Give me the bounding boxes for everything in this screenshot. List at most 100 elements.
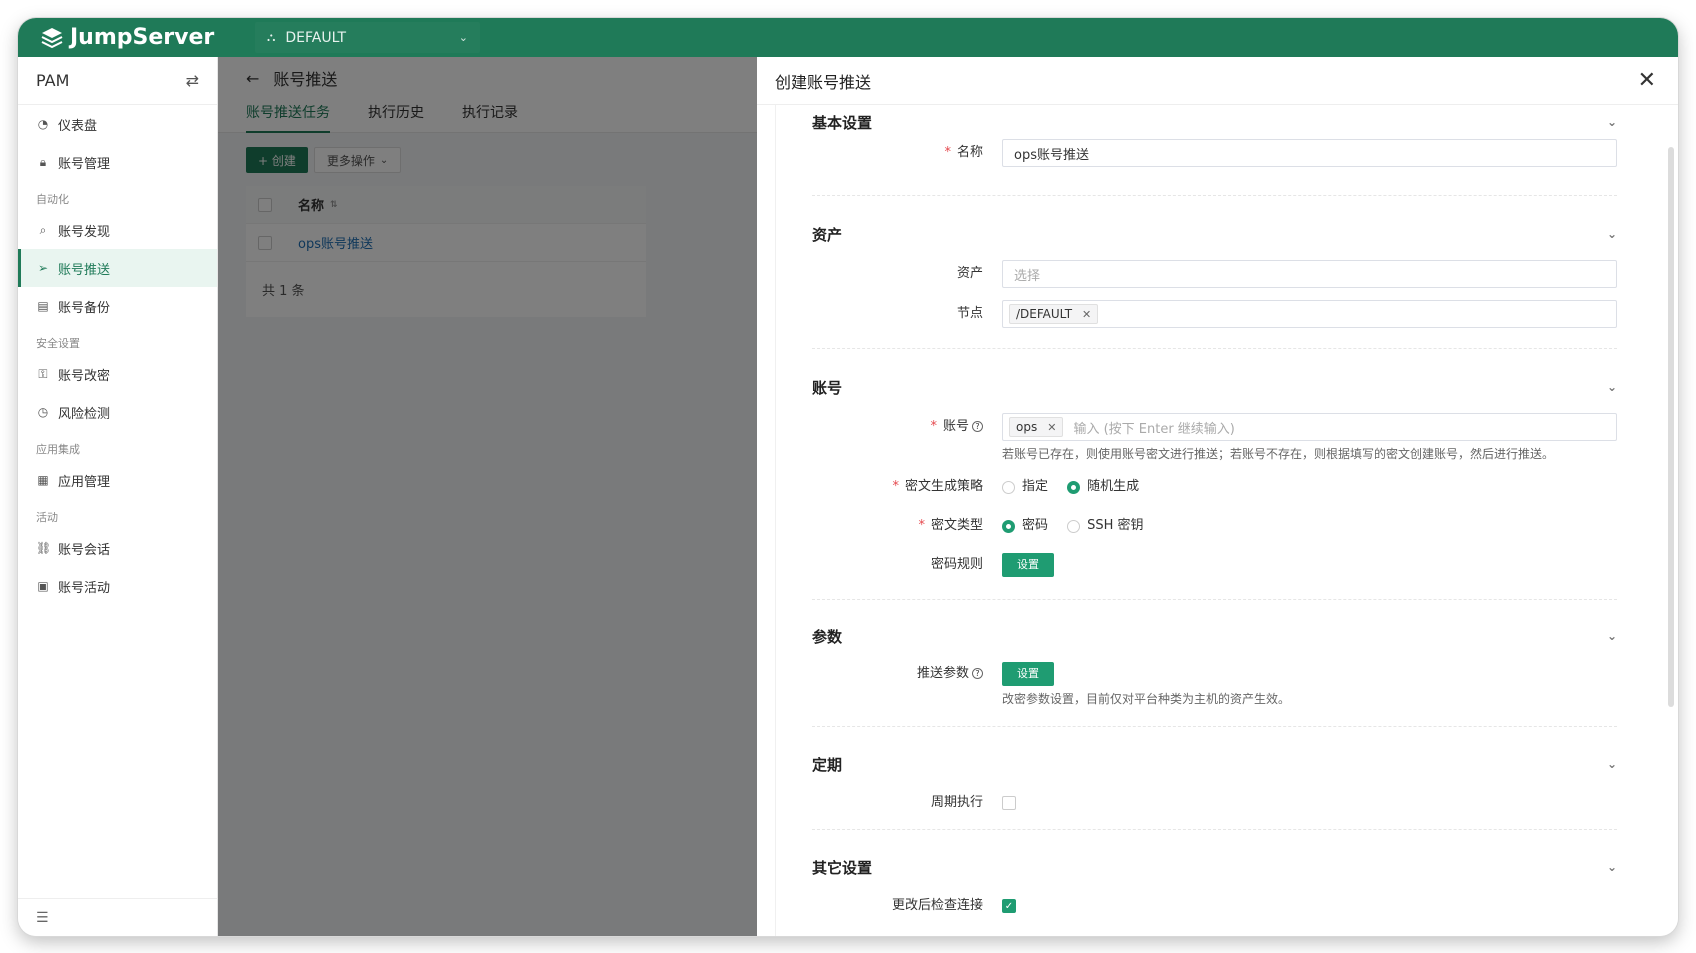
chevron-down-icon[interactable]: ⌄	[1607, 227, 1617, 241]
sidebar-item-label: 账号推送	[58, 262, 111, 278]
chevron-down-icon[interactable]: ⌄	[1607, 860, 1617, 874]
password-rules-set-button[interactable]: 设置	[1002, 553, 1054, 577]
section-title-schedule: 定期	[812, 755, 843, 774]
sidebar-item-label: 账号备份	[58, 300, 111, 316]
logo-text: JumpServer	[70, 25, 215, 50]
sidebar-group-label: 自动化	[36, 193, 69, 206]
check-connection-checkbox[interactable]: ✓	[1002, 899, 1016, 913]
jumpserver-logo[interactable]: JumpServer	[40, 25, 240, 50]
section-title-assets: 资产	[812, 225, 843, 244]
sidebar-item-label: 账号会话	[58, 542, 111, 558]
required-mark: *	[944, 145, 951, 160]
dashboard-icon: ◔	[37, 117, 49, 131]
sidebar-item-label: 账号管理	[58, 156, 111, 172]
sidebar: PAM ⇄ ◔ 仪表盘 🔒︎ 账号管理 自动化 ⌕ 账号发现 ➢ 账号推送 ▤ 账号备份 安全设置 ⚿ 账…	[18, 57, 218, 936]
sidebar-item-label: 账号发现	[58, 224, 111, 240]
main-content: ← 账号推送 账号推送任务 执行历史 执行记录 + 创建 更多操作 ⌄ 名称 ⇅…	[218, 57, 1678, 936]
strategy-radio-random[interactable]: 随机生成	[1067, 473, 1139, 501]
name-input[interactable]: ops账号推送	[1002, 139, 1617, 167]
swap-icon[interactable]: ⇄	[186, 71, 199, 90]
required-mark: *	[892, 479, 899, 494]
sidebar-item-label: 账号改密	[58, 368, 111, 384]
account-hint: 若账号已存在，则使用账号密文进行推送；若账号不存在，则根据填写的密文创建账号，然…	[1002, 447, 1555, 461]
sidebar-item[interactable]: ➢ 账号推送	[18, 249, 217, 287]
asset-label: 资产	[956, 266, 983, 281]
sidebar-item-label: 仪表盘	[58, 118, 98, 134]
asset-select[interactable]: 选择	[1002, 260, 1617, 288]
chevron-down-icon[interactable]: ⌄	[1607, 380, 1617, 394]
drawer-scrollbar[interactable]	[1668, 147, 1674, 707]
sidebar-item[interactable]: ⌕ 账号发现	[18, 211, 217, 249]
tag-remove-icon[interactable]: ✕	[1047, 421, 1056, 434]
chevron-down-icon[interactable]: ⌄	[1607, 115, 1617, 129]
section-basic: 基本设置 ⌄ * 名称 ops账号推送	[812, 105, 1617, 196]
secret-type-radio-ssh[interactable]: SSH 密钥	[1067, 512, 1144, 540]
sidebar-item[interactable]: ⛓ 账号会话	[18, 529, 217, 567]
org-select[interactable]: ⛬ DEFAULT ⌄	[255, 22, 480, 53]
sidebar-item[interactable]: ◔ 仪表盘	[18, 105, 217, 143]
sidebar-item[interactable]: ▣ 账号活动	[18, 567, 217, 605]
sidebar-item[interactable]: 🔒︎ 账号管理	[18, 143, 217, 181]
org-icon: ⛬	[267, 30, 276, 44]
sidebar-menu: ◔ 仪表盘 🔒︎ 账号管理 自动化 ⌕ 账号发现 ➢ 账号推送 ▤ 账号备份 安全设置 ⚿ 账号改密 ◷ 风险…	[18, 105, 217, 605]
check-connection-label: 更改后检查连接	[891, 898, 983, 913]
node-tag: /DEFAULT ✕	[1009, 304, 1099, 324]
radio-label: 随机生成	[1087, 479, 1140, 494]
node-select[interactable]: /DEFAULT ✕	[1002, 300, 1617, 328]
help-icon[interactable]: ?	[972, 668, 983, 679]
account-tag: ops ✕	[1009, 417, 1064, 437]
modal-overlay[interactable]	[218, 57, 758, 936]
section-title-account: 账号	[812, 378, 843, 397]
drawer-header: 创建账号推送 ✕	[757, 57, 1678, 105]
sidebar-item[interactable]: ▤ 账号备份	[18, 287, 217, 325]
collapse-menu-icon[interactable]: ☰	[18, 898, 217, 936]
section-other: 其它设置 ⌄ 更改后检查连接 ✓ 激活 ✓	[812, 830, 1617, 936]
strategy-label: 密文生成策略	[904, 479, 983, 494]
account-label: 账号	[942, 419, 969, 434]
activity-icon: ▣	[37, 579, 49, 593]
search-icon: ⌕	[39, 222, 47, 237]
sidebar-item[interactable]: ◷ 风险检测	[18, 393, 217, 431]
sidebar-group-label: 活动	[36, 511, 58, 524]
section-account: 账号 ⌄ * 账号? ops ✕ 输入 (按下 Enter 继续输入) 若账号已存在…	[812, 349, 1617, 600]
backup-icon: ▤	[37, 299, 49, 313]
lock-icon: 🔒︎	[39, 154, 47, 169]
sidebar-group-label: 应用集成	[36, 443, 80, 456]
sidebar-item-label: 风险检测	[58, 406, 111, 422]
secret-type-label: 密文类型	[930, 518, 983, 533]
section-title-other: 其它设置	[812, 858, 873, 877]
radio-label: SSH 密钥	[1087, 518, 1144, 533]
required-mark: *	[930, 419, 937, 434]
section-title-params: 参数	[812, 627, 843, 646]
strategy-radio-specify[interactable]: 指定	[1002, 473, 1048, 501]
close-icon[interactable]: ✕	[1638, 68, 1656, 93]
radio-label: 密码	[1022, 518, 1049, 533]
push-params-set-button[interactable]: 设置	[1002, 662, 1054, 686]
drawer-title: 创建账号推送	[775, 72, 872, 92]
chevron-down-icon[interactable]: ⌄	[1607, 629, 1617, 643]
apps-icon: ▦	[37, 473, 49, 487]
node-label: 节点	[956, 306, 983, 321]
sidebar-item[interactable]: ⚿ 账号改密	[18, 355, 217, 393]
radio-label: 指定	[1022, 479, 1049, 494]
node-tag-label: /DEFAULT	[1016, 307, 1073, 321]
logo-icon	[41, 27, 63, 48]
secret-type-radio-password[interactable]: 密码	[1002, 512, 1048, 540]
required-mark: *	[918, 518, 925, 533]
create-push-drawer: 创建账号推送 ✕ 基本设置 ⌄ * 名称 ops账号推送 资产 ⌄ 资产 选择 …	[757, 57, 1678, 936]
periodic-checkbox[interactable]	[1002, 796, 1016, 810]
account-tag-label: ops	[1016, 420, 1038, 434]
section-assets: 资产 ⌄ 资产 选择 节点 /DEFAULT ✕	[812, 196, 1617, 349]
password-rules-label: 密码规则	[930, 557, 983, 572]
chevron-down-icon[interactable]: ⌄	[1607, 757, 1617, 771]
account-input[interactable]: ops ✕ 输入 (按下 Enter 继续输入)	[1002, 413, 1617, 441]
app-window: JumpServer ⛬ DEFAULT ⌄ PAM ⇄ ◔ 仪表盘 🔒︎ 账号管理自…	[18, 18, 1678, 936]
tag-remove-icon[interactable]: ✕	[1082, 308, 1091, 321]
active-label: 激活	[812, 932, 1002, 936]
sidebar-item[interactable]: ▦ 应用管理	[18, 461, 217, 499]
help-icon[interactable]: ?	[972, 421, 983, 432]
account-placeholder: 输入 (按下 Enter 继续输入)	[1073, 421, 1235, 437]
radio-dot-selected	[1002, 519, 1015, 533]
sidebar-header: PAM ⇄	[18, 57, 217, 105]
org-name: DEFAULT	[285, 29, 347, 46]
